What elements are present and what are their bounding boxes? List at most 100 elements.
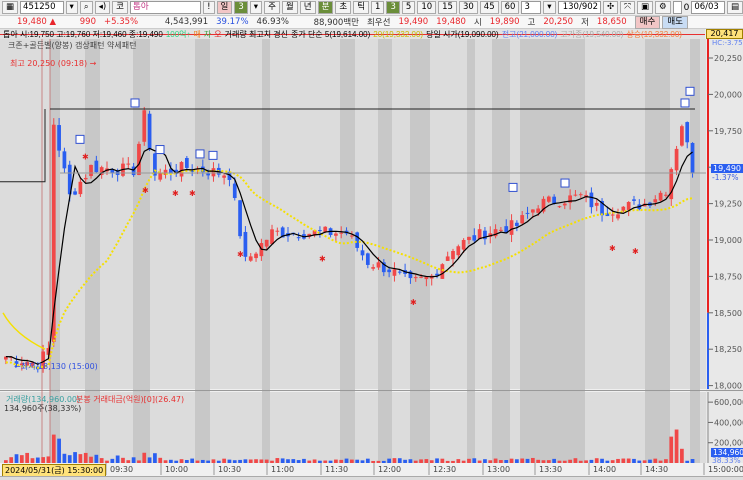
tool-icon-1[interactable]: ✣ — [603, 1, 619, 14]
candle — [674, 148, 679, 171]
volume-bar — [680, 448, 684, 463]
period-3[interactable]: 3 — [234, 1, 248, 14]
period-second[interactable]: 초 — [335, 1, 352, 14]
volume-bar — [541, 460, 546, 463]
candle — [153, 153, 157, 176]
candle — [685, 122, 690, 143]
volume-bar — [254, 459, 258, 463]
alert-button[interactable]: ! — [203, 1, 215, 14]
candle — [445, 256, 450, 261]
candle — [270, 229, 274, 245]
volume-bar — [472, 458, 477, 463]
checkbox[interactable] — [672, 1, 682, 14]
volume-bar — [147, 457, 152, 463]
candle — [222, 175, 226, 178]
checkbox-label: 0 — [683, 2, 690, 13]
speaker-icon[interactable]: ◂) — [94, 1, 111, 14]
volume-bar — [328, 460, 333, 463]
candle — [350, 235, 354, 237]
session-band — [340, 39, 355, 463]
price-tick-label: 19,000 — [714, 236, 742, 245]
current-pct: -1.37% — [712, 173, 739, 182]
volume-bar — [605, 460, 610, 463]
period-week[interactable]: 주 — [264, 1, 280, 14]
time-label: 09:30 — [110, 465, 133, 474]
range-input[interactable]: 130/902 — [557, 1, 602, 14]
time-label: 11:30 — [325, 465, 348, 474]
dropdown-icon[interactable]: ▾ — [65, 1, 78, 14]
candle — [158, 172, 163, 180]
candle — [73, 191, 77, 195]
count-select[interactable]: 3 — [521, 1, 542, 14]
save-icon[interactable]: ▣ — [636, 1, 654, 14]
volume-bar — [270, 460, 274, 463]
candle — [536, 208, 541, 213]
volume-bar — [589, 459, 594, 463]
min-30[interactable]: 30 — [458, 1, 478, 14]
volume-bar — [4, 460, 8, 463]
period-dropdown[interactable]: ▾ — [249, 1, 263, 14]
count-dropdown[interactable]: ▾ — [543, 1, 556, 14]
period-month[interactable]: 월 — [281, 1, 298, 14]
low-label: 저 — [581, 18, 589, 28]
volume-bar — [169, 459, 173, 463]
volume-bar — [99, 458, 104, 463]
volume-bar — [286, 459, 290, 463]
period-day[interactable]: 일 — [216, 1, 233, 14]
search-icon[interactable]: ⌕ — [79, 1, 93, 14]
price-tick-label: 20,000 — [714, 90, 742, 99]
ask: 19,490 — [398, 17, 429, 27]
volume-bar — [456, 459, 461, 463]
volume-bar — [73, 452, 77, 463]
candle — [94, 160, 99, 173]
candle — [589, 192, 594, 208]
candle — [397, 271, 402, 273]
candle — [456, 246, 461, 256]
volume-bar — [451, 460, 455, 463]
period-minute[interactable]: 분 — [317, 1, 334, 14]
buy-button[interactable]: 매수 — [634, 15, 661, 29]
sell-button[interactable]: 매도 — [662, 15, 688, 29]
volume-bar — [552, 458, 557, 463]
calendar-icon[interactable]: ▤ — [726, 1, 743, 14]
volume-bar — [658, 460, 663, 463]
candle — [632, 199, 636, 201]
code-input[interactable]: 451250 — [20, 1, 64, 14]
volume-bar — [360, 460, 365, 463]
volume-bar — [334, 459, 338, 463]
grid-icon[interactable]: ▦ — [2, 1, 19, 14]
min-60[interactable]: 60 — [500, 1, 520, 14]
volume-bar — [690, 459, 695, 463]
gear-icon[interactable]: ⚙ — [655, 1, 671, 14]
min-1[interactable]: 1 — [371, 1, 385, 14]
bid: 19,480 — [436, 17, 466, 27]
volume-bar — [25, 452, 30, 463]
volume-bar — [429, 460, 434, 463]
stock-name[interactable]: 톱아 — [130, 1, 202, 14]
volume-bar — [14, 454, 19, 463]
horizontal-scrollbar[interactable] — [0, 476, 743, 480]
min-3[interactable]: 3 — [386, 1, 400, 14]
date-input[interactable]: 06/03 — [691, 1, 725, 14]
min-5[interactable]: 5 — [401, 1, 416, 14]
candle — [546, 196, 551, 202]
volume-bar — [137, 460, 141, 463]
candle — [509, 220, 514, 235]
candle — [318, 230, 322, 232]
candle — [610, 214, 615, 216]
min-45[interactable]: 45 — [479, 1, 499, 14]
volume-bar — [371, 460, 376, 463]
price-chart[interactable]: 20,25020,00019,75019,50019,25019,00018,7… — [0, 39, 743, 476]
period-tick[interactable]: 틱 — [353, 1, 370, 14]
volume-bar — [685, 460, 690, 463]
volume-bar — [669, 436, 674, 463]
volume-bar — [424, 459, 429, 463]
volume-bar — [525, 458, 530, 463]
tool-icon-2[interactable]: ⤧ — [620, 1, 635, 14]
min-15[interactable]: 15 — [438, 1, 457, 14]
period-year[interactable]: 년 — [299, 1, 316, 14]
volume-bar — [493, 458, 498, 463]
volume-bar — [259, 459, 264, 463]
volume-bar — [477, 460, 482, 463]
min-10[interactable]: 10 — [417, 1, 437, 14]
